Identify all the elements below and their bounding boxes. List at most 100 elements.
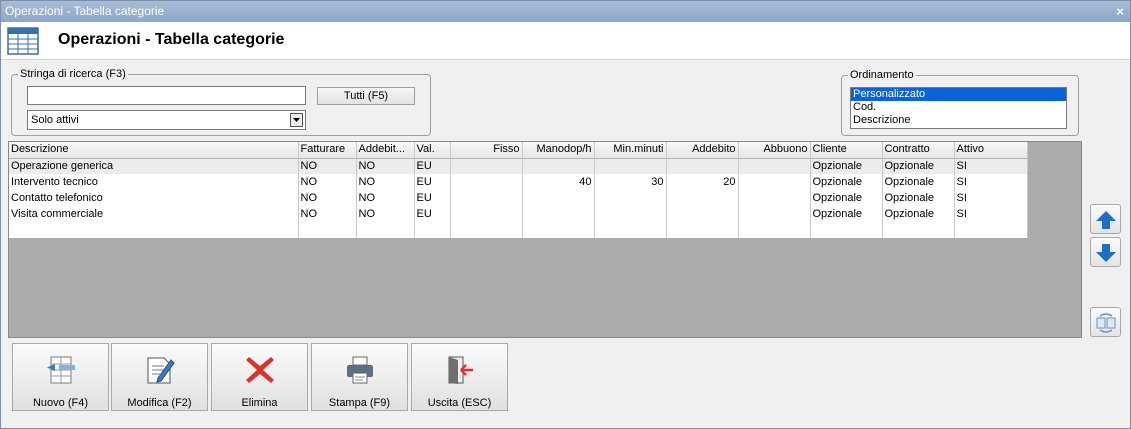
table-cell: Opzionale	[882, 174, 955, 190]
table-cell: EU	[414, 206, 451, 222]
table-cell: SI	[954, 158, 1028, 174]
move-up-button[interactable]	[1090, 204, 1121, 234]
table-row[interactable]: Contatto telefonico NO NO EU Opzionale O…	[9, 190, 1028, 206]
swap-button[interactable]	[1090, 307, 1121, 337]
table-row[interactable]: Intervento tecnico NO NO EU 40 30 20 Opz…	[9, 174, 1028, 190]
table-cell	[522, 190, 595, 206]
table-cell	[594, 206, 667, 222]
categories-grid[interactable]: Descrizione Fatturare Addebit... Val. Fi…	[8, 141, 1082, 338]
table-row[interactable]: Visita commerciale NO NO EU Opzionale Op…	[9, 206, 1028, 222]
table-cell	[450, 206, 523, 222]
table-cell: 40	[522, 174, 595, 190]
page-title: Operazioni - Tabella categorie	[58, 31, 285, 48]
table-grid-icon	[7, 27, 39, 55]
table-cell: 30	[594, 174, 667, 190]
table-row-empty[interactable]	[9, 222, 1028, 238]
table-cell	[450, 190, 523, 206]
delete-x-icon	[246, 357, 274, 383]
table-cell: NO	[298, 158, 357, 174]
ordering-listbox[interactable]: Personalizzato Cod. Descrizione	[850, 87, 1067, 129]
move-down-button[interactable]	[1090, 237, 1121, 267]
table-cell: NO	[356, 174, 415, 190]
column-header[interactable]: Addebit...	[356, 142, 415, 159]
new-button[interactable]: Nuovo (F4)	[12, 343, 109, 411]
new-record-icon	[47, 356, 75, 384]
table-cell: Opzionale	[882, 190, 955, 206]
app-window: Operazioni - Tabella categorie × Operazi…	[0, 0, 1131, 429]
table-cell: EU	[414, 158, 451, 174]
delete-button[interactable]: Elimina	[211, 343, 308, 411]
column-header[interactable]: Cliente	[810, 142, 883, 159]
search-input[interactable]	[27, 86, 306, 105]
table-cell: Opzionale	[810, 174, 883, 190]
exit-door-icon	[448, 356, 473, 384]
table-cell: SI	[954, 190, 1028, 206]
new-button-label: Nuovo (F4)	[32, 397, 89, 409]
edit-pencil-icon	[147, 357, 175, 384]
table-cell: Opzionale	[810, 206, 883, 222]
print-button[interactable]: Stampa (F9)	[311, 343, 408, 411]
table-cell: Opzionale	[882, 206, 955, 222]
arrow-up-icon	[1096, 211, 1116, 229]
edit-button-label: Modifica (F2)	[127, 397, 192, 409]
edit-button[interactable]: Modifica (F2)	[111, 343, 208, 411]
table-cell: EU	[414, 174, 451, 190]
print-button-label: Stampa (F9)	[328, 397, 391, 409]
column-header[interactable]: Min.minuti	[594, 142, 667, 159]
delete-button-label: Elimina	[241, 397, 278, 409]
table-cell	[738, 206, 811, 222]
page-header: Operazioni - Tabella categorie	[1, 22, 1130, 60]
column-header[interactable]: Descrizione	[9, 142, 299, 159]
table-cell: NO	[356, 206, 415, 222]
table-cell: SI	[954, 174, 1028, 190]
table-row[interactable]: Operazione generica NO NO EU Opzionale O…	[9, 158, 1028, 174]
column-header[interactable]: Abbuono	[738, 142, 811, 159]
window-title: Operazioni - Tabella categorie	[5, 4, 165, 18]
column-header[interactable]: Fisso	[450, 142, 523, 159]
table-cell	[666, 190, 739, 206]
table-cell	[738, 174, 811, 190]
table-cell: Contatto telefonico	[9, 190, 299, 206]
ordering-option[interactable]: Cod.	[851, 101, 1066, 114]
table-cell	[594, 190, 667, 206]
table-cell: SI	[954, 206, 1028, 222]
table-cell	[594, 158, 667, 174]
ordering-option[interactable]: Personalizzato	[851, 88, 1066, 101]
table-cell: NO	[356, 158, 415, 174]
exit-button[interactable]: Uscita (ESC)	[411, 343, 508, 411]
table-cell: NO	[298, 174, 357, 190]
column-header[interactable]: Contratto	[882, 142, 955, 159]
title-bar: Operazioni - Tabella categorie ×	[1, 1, 1130, 22]
filter-select[interactable]: Solo attivi	[27, 110, 306, 130]
table-cell	[450, 158, 523, 174]
column-header[interactable]: Addebito	[666, 142, 739, 159]
show-all-button[interactable]: Tutti (F5)	[317, 87, 415, 105]
table-cell	[450, 174, 523, 190]
table-cell	[666, 158, 739, 174]
ordering-group-label: Ordinamento	[850, 69, 914, 81]
table-cell	[522, 206, 595, 222]
search-group-label: Stringa di ricerca (F3)	[20, 68, 126, 80]
filter-select-value: Solo attivi	[31, 114, 79, 126]
printer-icon	[347, 356, 373, 384]
column-header[interactable]: Val.	[414, 142, 451, 159]
table-cell: Operazione generica	[9, 158, 299, 174]
column-header[interactable]: Attivo	[954, 142, 1028, 159]
table-cell: EU	[414, 190, 451, 206]
ordering-option[interactable]: Descrizione	[851, 114, 1066, 127]
table-cell	[738, 158, 811, 174]
arrow-down-icon	[1096, 244, 1116, 262]
table-cell: NO	[298, 206, 357, 222]
table-cell: 20	[666, 174, 739, 190]
swap-icon	[1096, 313, 1116, 333]
table-cell	[666, 206, 739, 222]
table-header-row: Descrizione Fatturare Addebit... Val. Fi…	[9, 142, 1028, 159]
column-header[interactable]: Fatturare	[298, 142, 357, 159]
table-cell	[738, 190, 811, 206]
close-icon[interactable]: ×	[1116, 1, 1124, 22]
column-header[interactable]: Manodop/h	[522, 142, 595, 159]
table-cell: NO	[298, 190, 357, 206]
table-cell	[522, 158, 595, 174]
categories-table: Descrizione Fatturare Addebit... Val. Fi…	[9, 142, 1028, 238]
chevron-down-icon[interactable]	[290, 113, 303, 127]
